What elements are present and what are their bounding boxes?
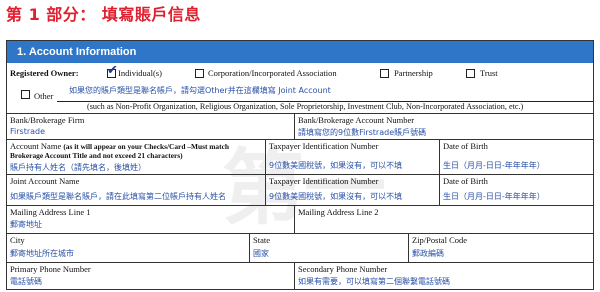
primary-phone-hint[interactable]: 電話號碼	[10, 276, 42, 287]
other-checkbox[interactable]	[21, 90, 30, 99]
checkmark-icon: ✔	[107, 63, 118, 78]
divider	[294, 262, 295, 290]
city-label: City	[10, 235, 25, 245]
account-name-title: Account Name	[10, 141, 62, 151]
other-hint: 如果您的賬戶類型是聯名帳戶，請勾選Other并在這欄填寫 Joint Accou…	[69, 86, 331, 95]
account-name-note-2: Brokerage Account Title and not exceed 2…	[10, 151, 183, 160]
divider	[294, 113, 295, 139]
other-note: (such as Non-Profit Organization, Religi…	[87, 102, 524, 111]
mailing-line-1-hint[interactable]: 郵寄地址	[10, 219, 42, 230]
tax-id-hint[interactable]: 9位數美國稅號，如果沒有，可以不填	[269, 160, 402, 171]
city-hint[interactable]: 郵寄地址所在城市	[10, 248, 74, 259]
account-number-hint[interactable]: 請填寫您的9位數Firstrade賬戶號碼	[298, 127, 426, 138]
divider	[7, 233, 593, 234]
dob-label: Date of Birth	[443, 141, 488, 151]
divider	[408, 233, 409, 262]
divider	[439, 139, 440, 205]
zip-hint[interactable]: 郵政編碼	[412, 248, 444, 259]
trust-checkbox[interactable]	[466, 69, 475, 78]
bank-firm-label: Bank/Brokerage Firm	[10, 115, 85, 125]
partnership-checkbox[interactable]	[380, 69, 389, 78]
dob-hint[interactable]: 生日（月月-日日-年年年年）	[443, 160, 545, 171]
bank-firm-value[interactable]: Firstrade	[10, 127, 45, 136]
individual-label: Individual(s)	[118, 68, 162, 78]
trust-label: Trust	[480, 68, 498, 78]
divider	[7, 139, 593, 140]
corporation-checkbox[interactable]	[195, 69, 204, 78]
section-header: 1. Account Information	[7, 41, 593, 63]
account-number-label: Bank/Brokerage Account Number	[298, 115, 415, 125]
mailing-line-1-label: Mailing Address Line 1	[10, 207, 91, 217]
divider	[7, 113, 593, 114]
primary-phone-label: Primary Phone Number	[10, 264, 91, 274]
divider	[265, 139, 266, 205]
partnership-label: Partnership	[394, 68, 433, 78]
secondary-phone-label: Secondary Phone Number	[298, 264, 388, 274]
account-name-label: Account Name (as it will appear on your …	[10, 141, 229, 151]
joint-dob-label: Date of Birth	[443, 176, 488, 186]
divider	[249, 233, 250, 262]
joint-tax-id-label: Taxpayer Identification Number	[269, 176, 379, 186]
other-label: Other	[34, 91, 54, 101]
joint-tax-id-hint[interactable]: 9位數美國稅號，如果沒有，可以不填	[269, 191, 402, 202]
secondary-phone-hint[interactable]: 如果有需要，可以填寫第二個聯繫電話號碼	[298, 276, 450, 287]
mailing-line-2-field[interactable]	[298, 217, 588, 231]
account-name-hint[interactable]: 賬戶持有人姓名（請先填名，後填姓）	[10, 162, 146, 173]
account-name-note: (as it will appear on your Checks/Card –…	[63, 142, 229, 151]
registered-owner-label: Registered Owner:	[10, 68, 79, 78]
state-hint[interactable]: 國家	[253, 248, 269, 259]
mailing-line-2-label: Mailing Address Line 2	[298, 207, 379, 217]
divider	[7, 205, 593, 206]
page-title: 第 1 部分： 填寫賬戶信息	[6, 5, 201, 24]
divider	[294, 205, 295, 233]
joint-name-hint[interactable]: 如果賬戶類型是聯名賬戶，請在此填寫第二位帳戶持有人姓名	[10, 191, 226, 202]
tax-id-label: Taxpayer Identification Number	[269, 141, 379, 151]
zip-label: Zip/Postal Code	[412, 235, 468, 245]
joint-name-label: Joint Account Name	[10, 176, 80, 186]
corporation-label: Corporation/Incorporated Association	[208, 68, 337, 78]
state-label: State	[253, 235, 270, 245]
account-information-form: 第一 1. Account Information Registered Own…	[6, 40, 594, 290]
joint-dob-hint[interactable]: 生日（月月-日日-年年年年）	[443, 191, 545, 202]
divider	[7, 262, 593, 263]
divider	[7, 174, 593, 175]
